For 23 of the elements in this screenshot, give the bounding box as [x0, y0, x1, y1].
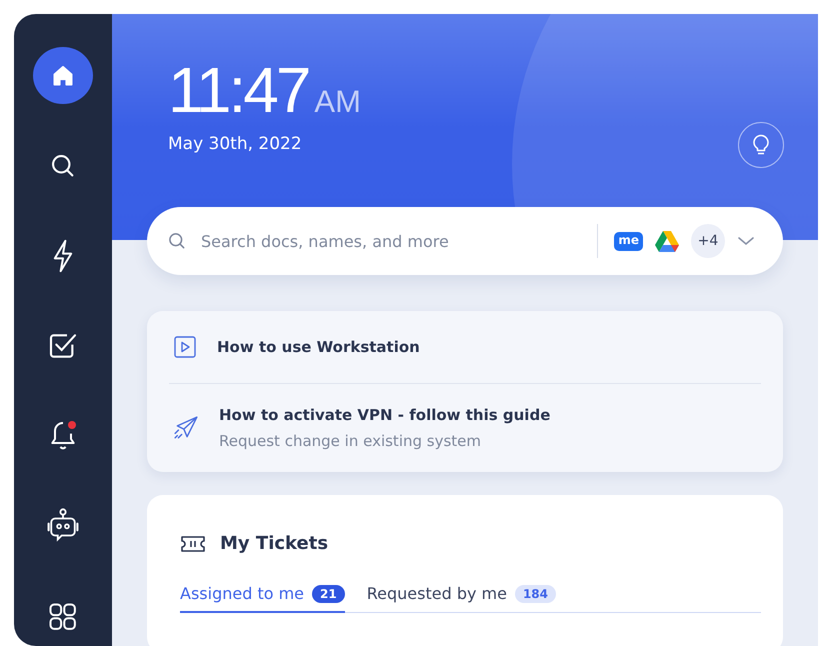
search-icon — [167, 231, 187, 251]
guide-subtitle: Request change in existing system — [219, 432, 482, 450]
guide-link[interactable]: How to use Workstation — [217, 338, 420, 356]
more-sources-badge[interactable]: +4 — [691, 224, 725, 258]
drive-logo[interactable] — [655, 230, 679, 252]
tickets-title: My Tickets — [220, 533, 328, 554]
guide-link[interactable]: How to activate VPN - follow this guide — [219, 406, 550, 424]
chevron-down-icon[interactable] — [737, 235, 755, 247]
play-icon — [173, 335, 197, 359]
clock-date: May 30th, 2022 — [168, 134, 302, 154]
lightbulb-icon — [751, 134, 771, 156]
grid-icon — [48, 602, 78, 632]
count-badge: 184 — [514, 584, 556, 602]
tickets-tab[interactable]: Assigned to me 21 — [180, 584, 345, 613]
paper-plane-icon — [173, 415, 199, 441]
count-badge: 21 — [312, 584, 345, 602]
clock-period: AM — [314, 84, 361, 120]
search-field[interactable]: Search docs, names, and more me +4 — [147, 207, 783, 275]
ticket-icon — [180, 534, 206, 554]
tickets-tab[interactable]: Requested by me 184 — [366, 584, 556, 613]
chat-logo[interactable]: me — [614, 232, 643, 250]
clock-time: 11:47 — [168, 58, 308, 122]
tips-button[interactable] — [738, 122, 784, 168]
